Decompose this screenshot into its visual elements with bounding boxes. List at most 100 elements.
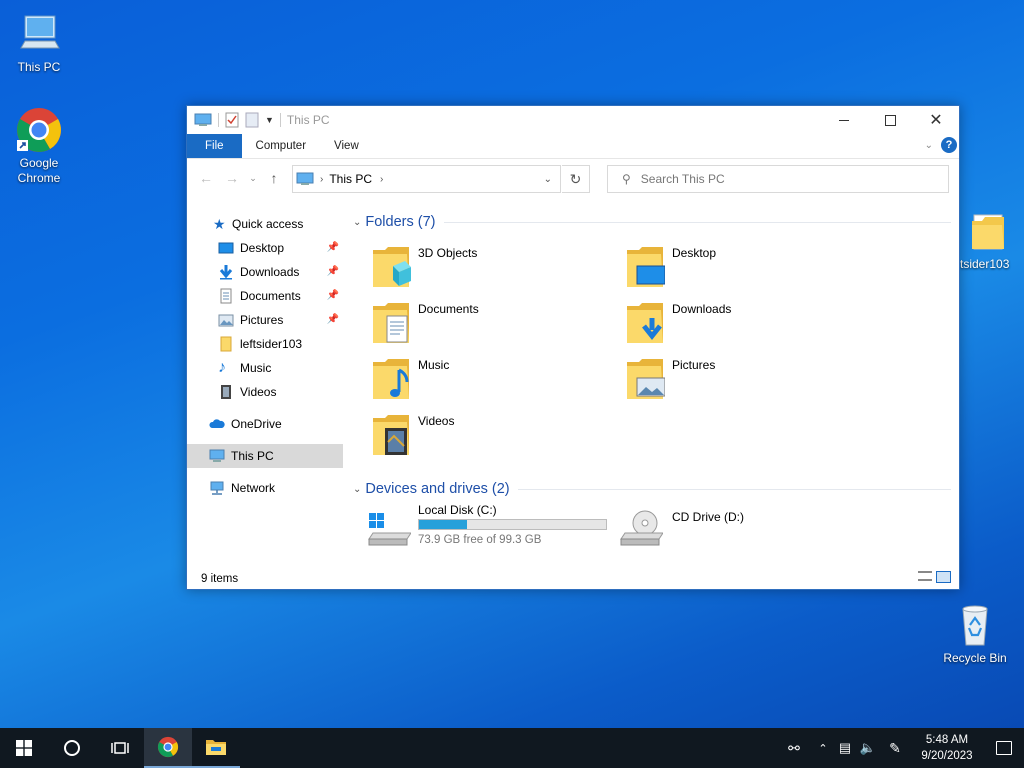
- address-dropdown-icon[interactable]: ⌄: [544, 174, 552, 185]
- computer-icon: [15, 10, 63, 58]
- sidebar-item-label: Pictures: [240, 313, 284, 327]
- forward-button[interactable]: →: [219, 170, 245, 186]
- folder-icon: [962, 207, 1010, 255]
- desktop-icon-recycle-bin[interactable]: Recycle Bin: [937, 601, 1013, 666]
- large-icons-view-icon[interactable]: [936, 571, 951, 583]
- drive-usage-bar: [418, 519, 607, 530]
- folder-tile-music[interactable]: Music: [353, 354, 593, 402]
- folder-tile-3d-objects[interactable]: 3D Objects: [353, 242, 593, 290]
- task-view-button[interactable]: [96, 728, 144, 768]
- search-icon: ⚲: [622, 172, 631, 186]
- show-hidden-icons-icon[interactable]: ⌃: [812, 742, 834, 755]
- music-folder-icon: [373, 359, 409, 399]
- pin-icon[interactable]: 📌: [327, 266, 339, 277]
- volume-muted-icon[interactable]: 🔈: [856, 740, 880, 756]
- sidebar-item-desktop[interactable]: Desktop 📌: [187, 236, 343, 260]
- sidebar-item-this-pc[interactable]: This PC: [187, 444, 343, 468]
- search-box[interactable]: ⚲ Search This PC: [607, 165, 949, 193]
- search-input[interactable]: Search This PC: [641, 172, 725, 186]
- properties-icon[interactable]: [225, 112, 239, 128]
- desktop-icon-google-chrome[interactable]: Google Chrome: [1, 106, 77, 186]
- drive-tile-local-disk-c[interactable]: Local Disk (C:) 73.9 GB free of 99.3 GB: [353, 503, 607, 551]
- tab-view[interactable]: View: [320, 134, 373, 158]
- drive-tile-cd-drive-d[interactable]: CD Drive (D:): [607, 503, 847, 551]
- folder-tile-videos[interactable]: Videos: [353, 410, 593, 458]
- folder-tile-documents[interactable]: Documents: [353, 298, 593, 346]
- taskbar-clock[interactable]: 5:48 AM 9/20/2023: [910, 732, 984, 764]
- sidebar-item-leftsider103[interactable]: leftsider103: [187, 332, 343, 356]
- desktop-icon-label: Recycle Bin: [943, 651, 1007, 665]
- sidebar-item-label: Documents: [240, 289, 301, 303]
- taskbar-file-explorer[interactable]: [192, 728, 240, 768]
- sidebar-item-label: Downloads: [240, 265, 300, 279]
- breadcrumb-this-pc[interactable]: This PC: [329, 172, 372, 186]
- navigation-bar: ← → ⌄ ↑ › This PC › ⌄ ↻ ⚲ Search This PC: [187, 159, 959, 197]
- folder-tile-pictures[interactable]: Pictures: [607, 354, 847, 402]
- status-bar-item-count: 9 items: [201, 573, 239, 585]
- pin-icon[interactable]: 📌: [327, 314, 339, 325]
- refresh-button[interactable]: ↻: [562, 165, 590, 193]
- sidebar-item-music[interactable]: ♪ Music: [187, 356, 343, 380]
- action-center-icon[interactable]: [984, 741, 1024, 755]
- star-icon: ★: [213, 216, 226, 232]
- close-button[interactable]: ✕: [913, 106, 959, 134]
- tile-label: Videos: [418, 414, 455, 428]
- tab-computer[interactable]: Computer: [242, 134, 321, 158]
- people-icon[interactable]: ⚯: [776, 740, 812, 757]
- taskbar-chrome[interactable]: [144, 728, 192, 768]
- breadcrumb-separator-icon: ›: [320, 173, 324, 185]
- sidebar-item-network[interactable]: Network: [187, 476, 343, 500]
- window-title: This PC: [286, 113, 330, 127]
- file-explorer-window[interactable]: ▼ This PC ✕ File Computer View ⌄ ? ← → ⌄…: [186, 105, 960, 590]
- breadcrumb-chevron-icon[interactable]: ›: [380, 174, 383, 185]
- back-button[interactable]: ←: [193, 170, 219, 186]
- sidebar-item-quick-access[interactable]: ★ Quick access: [187, 212, 343, 236]
- new-folder-icon[interactable]: [245, 112, 259, 128]
- folder-icon: [220, 336, 232, 352]
- recent-locations-icon[interactable]: ⌄: [245, 173, 261, 184]
- sidebar-item-label: leftsider103: [240, 337, 303, 351]
- drive-free-space: 73.9 GB free of 99.3 GB: [418, 534, 542, 546]
- refresh-icon: ↻: [569, 170, 582, 187]
- quick-access-toolbar: ▼: [187, 112, 281, 128]
- folder-tile-desktop[interactable]: Desktop: [607, 242, 847, 290]
- folders-group-header[interactable]: ⌄ Folders (7): [353, 212, 951, 232]
- 3d-objects-icon: [373, 247, 411, 287]
- search-button[interactable]: [48, 728, 96, 768]
- start-button[interactable]: [0, 728, 48, 768]
- expand-ribbon-icon[interactable]: ⌄: [925, 140, 933, 151]
- network-status-icon[interactable]: ▤: [834, 740, 856, 756]
- folder-tile-downloads[interactable]: Downloads: [607, 298, 847, 346]
- sidebar-item-documents[interactable]: Documents 📌: [187, 284, 343, 308]
- drive-label: Local Disk (C:): [418, 503, 497, 517]
- desktop-icon-label: This PC: [17, 60, 61, 74]
- pen-workspace-icon[interactable]: ✎: [880, 740, 910, 757]
- customize-toolbar-icon[interactable]: ▼: [265, 115, 274, 125]
- title-bar[interactable]: ▼ This PC ✕: [187, 106, 959, 134]
- pin-icon[interactable]: 📌: [327, 290, 339, 301]
- download-icon: [219, 265, 233, 280]
- desktop-icon-this-pc[interactable]: This PC: [1, 10, 77, 75]
- details-view-icon[interactable]: [918, 571, 932, 581]
- tab-file[interactable]: File: [187, 134, 242, 158]
- sidebar-item-downloads[interactable]: Downloads 📌: [187, 260, 343, 284]
- sidebar-item-label: Videos: [240, 385, 277, 399]
- sidebar-item-onedrive[interactable]: OneDrive: [187, 412, 343, 436]
- desktop-folder-icon: [627, 247, 665, 287]
- clock-date: 9/20/2023: [921, 750, 973, 762]
- file-explorer-icon: [206, 740, 226, 755]
- pin-icon[interactable]: 📌: [327, 242, 339, 253]
- navigation-pane: ★ Quick access Desktop 📌 Downloads 📌 Doc…: [187, 212, 343, 500]
- address-bar[interactable]: › This PC › ⌄: [292, 165, 561, 193]
- up-button[interactable]: ↑: [261, 170, 287, 186]
- maximize-button[interactable]: [867, 106, 913, 134]
- minimize-button[interactable]: [821, 106, 867, 134]
- devices-group-header[interactable]: ⌄ Devices and drives (2): [353, 479, 951, 499]
- document-icon: [220, 288, 232, 304]
- windows-logo-icon: [16, 740, 32, 756]
- help-icon[interactable]: ?: [941, 137, 957, 153]
- cd-drive-icon: [620, 510, 663, 546]
- sidebar-item-videos[interactable]: Videos: [187, 380, 343, 404]
- computer-icon: [209, 449, 225, 462]
- sidebar-item-pictures[interactable]: Pictures 📌: [187, 308, 343, 332]
